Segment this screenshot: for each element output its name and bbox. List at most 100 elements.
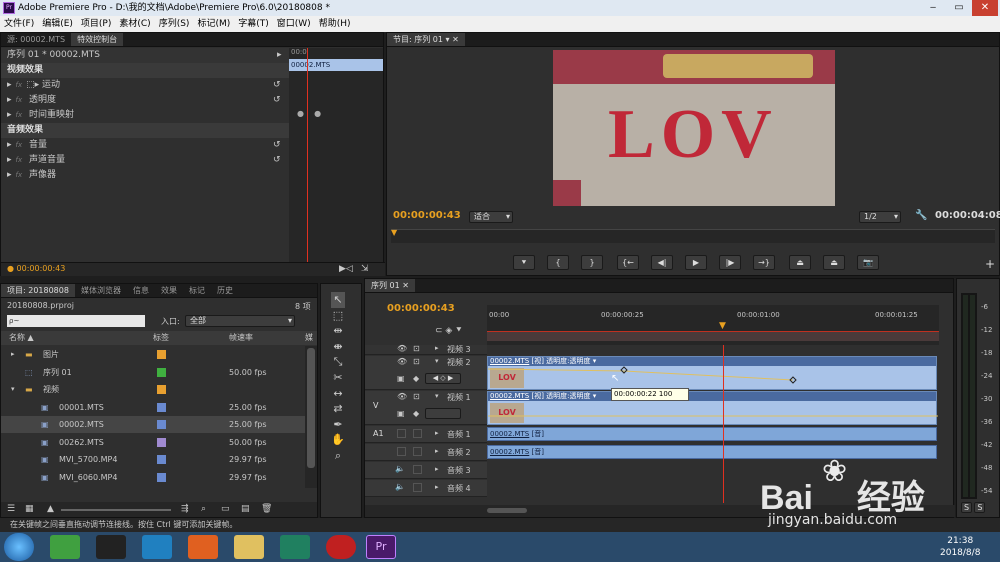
keyframe-icon[interactable]: ◈ xyxy=(445,326,452,336)
track-header-audio-3[interactable]: 🔈 ▸ 音频 3 xyxy=(365,462,487,479)
project-item[interactable]: ▣ 00001.MTS 25.00 fps xyxy=(1,399,305,416)
menu-window[interactable]: 窗口(W) xyxy=(273,16,315,32)
project-search-input[interactable]: ρ~ xyxy=(7,315,145,327)
lock-icon[interactable]: ⊡ xyxy=(413,357,420,366)
label-swatch[interactable] xyxy=(157,402,166,412)
taskbar-player-icon[interactable] xyxy=(142,535,172,559)
column-label[interactable]: 标签 xyxy=(153,331,169,345)
timeline-playhead-icon[interactable]: ▼ xyxy=(719,321,726,331)
collapse-icon[interactable]: ▸ xyxy=(435,447,439,455)
target-a1[interactable]: A1 xyxy=(373,429,384,438)
taskbar-premiere-icon[interactable]: Pr xyxy=(366,535,396,559)
track-header-audio-4[interactable]: 🔈 ▸ 音频 4 xyxy=(365,480,487,497)
export-frame-button[interactable]: 📷 xyxy=(857,255,879,270)
track-select-tool-icon[interactable]: ⬚ xyxy=(331,308,345,324)
project-item[interactable]: ▣ 00262.MTS 50.00 fps xyxy=(1,434,305,451)
menu-project[interactable]: 项目(P) xyxy=(77,16,115,32)
project-item[interactable]: ▣ 00002.MTS 25.00 fps xyxy=(1,416,305,433)
menu-help[interactable]: 帮助(H) xyxy=(315,16,355,32)
lift-button[interactable]: ⏏ xyxy=(789,255,811,270)
taskbar-record-icon[interactable] xyxy=(326,535,356,559)
play-audio-icon[interactable]: ▶◁ xyxy=(339,264,353,274)
extract-button[interactable]: ⏏ xyxy=(823,255,845,270)
lock-icon[interactable]: ⊡ xyxy=(413,392,420,401)
effect-volume[interactable]: ▸ fx 音量 ↺ xyxy=(1,138,289,153)
keyframe-toggle-icon[interactable]: ◆ xyxy=(413,409,419,418)
label-swatch[interactable] xyxy=(157,437,166,447)
lock-box[interactable] xyxy=(413,447,422,456)
expand-icon[interactable]: ▾ xyxy=(435,357,439,365)
list-view-icon[interactable]: ☰ xyxy=(7,502,15,517)
effect-clip-bar[interactable]: 00002.MTS xyxy=(289,59,383,71)
step-back-button[interactable]: ◀| xyxy=(651,255,673,270)
menu-edit[interactable]: 编辑(E) xyxy=(38,16,77,32)
tab-history[interactable]: 历史 xyxy=(211,284,239,297)
zoom-tool-icon[interactable]: ⌕ xyxy=(331,448,345,464)
add-marker-button[interactable]: ⯆ xyxy=(513,255,535,270)
label-swatch[interactable] xyxy=(157,367,166,377)
tab-project[interactable]: 项目: 20180808 xyxy=(1,284,75,297)
speaker-icon[interactable]: 🔈 xyxy=(395,482,405,491)
step-forward-button[interactable]: |▶ xyxy=(719,255,741,270)
add-button-icon[interactable]: + xyxy=(985,257,995,271)
keyframe-nav-buttons[interactable]: ◀ ◇ ▶ xyxy=(425,373,461,384)
lock-icon[interactable]: ⊡ xyxy=(413,344,420,353)
ripple-edit-tool-icon[interactable]: ⇹ xyxy=(331,323,345,339)
go-to-in-button[interactable]: {← xyxy=(617,255,639,270)
pen-tool-icon[interactable]: ✒ xyxy=(331,417,345,433)
opacity-rubber-band[interactable] xyxy=(488,357,938,391)
target-v[interactable]: V xyxy=(373,401,378,410)
collapse-icon[interactable]: ▸ xyxy=(435,344,439,352)
menu-marker[interactable]: 标记(M) xyxy=(193,16,234,32)
menu-clip[interactable]: 素材(C) xyxy=(115,16,154,32)
slip-tool-icon[interactable]: ↔ xyxy=(331,386,345,402)
new-bin-icon[interactable]: ▭ xyxy=(221,502,230,517)
project-item[interactable]: ▣ MVI_5700.MP4 29.97 fps xyxy=(1,451,305,468)
mute-box[interactable] xyxy=(397,447,406,456)
icon-view-icon[interactable]: ▦ xyxy=(25,502,34,517)
track-header-video-3[interactable]: 👁 ⊡ ▸ 视频 3 xyxy=(365,344,487,355)
opacity-rubber-band[interactable] xyxy=(488,392,938,426)
delete-icon[interactable]: 🗑 xyxy=(261,502,272,517)
project-scrollbar[interactable] xyxy=(305,346,317,488)
effect-panner[interactable]: ▸ fx 声像器 xyxy=(1,168,289,183)
new-item-icon[interactable]: ▤ xyxy=(241,502,250,517)
maximize-button[interactable]: ▭ xyxy=(946,0,972,16)
go-to-out-button[interactable]: →} xyxy=(753,255,775,270)
project-item[interactable]: ▾ ▬ 视频 xyxy=(1,381,305,398)
close-button[interactable]: ✕ xyxy=(972,0,998,16)
effect-time-remap[interactable]: ▸ fx 时间重映射 xyxy=(1,108,289,123)
effect-channel-volume[interactable]: ▸ fx 声道音量 ↺ xyxy=(1,153,289,168)
menu-title[interactable]: 字幕(T) xyxy=(234,16,273,32)
expand-icon[interactable]: ▸ xyxy=(11,346,15,363)
clip-audio-1[interactable]: 00002.MTS [音] xyxy=(487,427,937,441)
quality-select[interactable]: 1/2 ▾ xyxy=(859,211,901,223)
track-header-audio-2[interactable]: ▸ 音频 2 xyxy=(365,444,487,461)
tab-effect-controls[interactable]: 特效控制台 xyxy=(71,33,124,46)
export-icon[interactable]: ⇲ xyxy=(361,264,369,274)
column-fps[interactable]: 帧速率 xyxy=(229,331,253,345)
collapse-icon[interactable]: ▸ xyxy=(435,465,439,473)
marker-icon[interactable]: ⯆ xyxy=(455,326,462,336)
mark-out-button[interactable]: } xyxy=(581,255,603,270)
snap-icon[interactable]: ⊂ xyxy=(435,326,443,336)
track-header-video-2[interactable]: 👁 ⊡ ▾ 视频 2 ▣ ◆ ◀ ◇ ▶ xyxy=(365,356,487,390)
automate-icon[interactable]: ⇶ xyxy=(181,502,189,517)
label-swatch[interactable] xyxy=(157,420,166,429)
rate-stretch-tool-icon[interactable]: ⤡ xyxy=(331,354,345,370)
column-media[interactable]: 媒 xyxy=(305,331,313,345)
taskbar-qq-icon[interactable] xyxy=(96,535,126,559)
label-swatch[interactable] xyxy=(157,472,166,482)
play-button[interactable]: ▶ xyxy=(685,255,707,270)
lock-box[interactable] xyxy=(413,483,422,492)
in-filter-select[interactable]: 全部 ▾ xyxy=(185,315,295,327)
track-header-video-1[interactable]: V 👁 ⊡ ▾ 视频 1 ▣ ◆ xyxy=(365,391,487,425)
time-ruler[interactable]: 00:00 00:00:00:25 00:00:01:00 00:00:01:2… xyxy=(487,305,939,345)
hand-tool-icon[interactable]: ✋ xyxy=(331,432,345,448)
zoom-small-icon[interactable]: ▲ xyxy=(47,502,54,517)
tab-info[interactable]: 信息 xyxy=(127,284,155,297)
taskbar-360-icon[interactable] xyxy=(50,535,80,559)
expand-icon[interactable]: ▾ xyxy=(11,381,15,398)
taskbar-explorer-icon[interactable] xyxy=(234,535,264,559)
timeline-timecode[interactable]: 00:00:00:43 xyxy=(387,303,455,314)
